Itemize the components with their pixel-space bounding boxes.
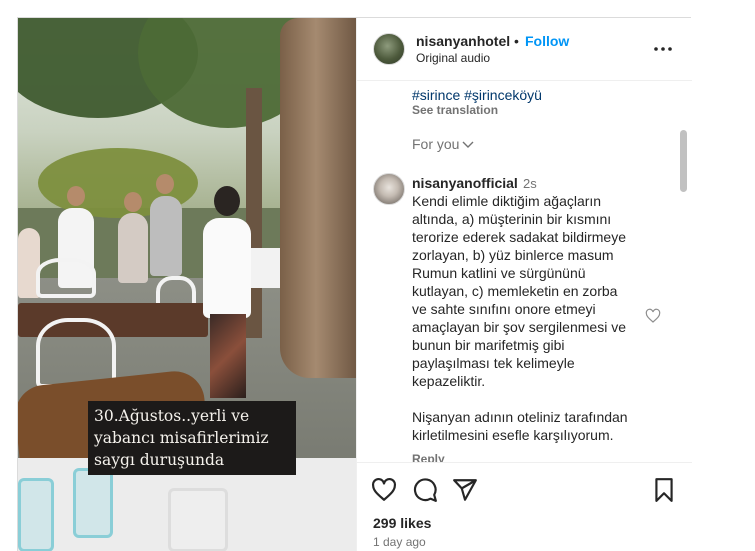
comment-line: Kendi elimle diktiğim ağaçların xyxy=(412,193,602,209)
comment-avatar[interactable] xyxy=(373,173,405,205)
see-translation-link[interactable]: See translation xyxy=(412,103,498,117)
comment-line: Rumun katlini ve sürgününü xyxy=(412,265,586,281)
post-actions-bar: 299 likes 1 day ago xyxy=(357,462,692,551)
instagram-post-dialog: 30.Ağustos..yerli ve yabancı misafirleri… xyxy=(17,17,692,551)
heart-outline-icon[interactable] xyxy=(645,308,661,324)
garden-chair xyxy=(36,258,96,298)
large-tree-trunk xyxy=(280,18,356,378)
video-caption-line: 30.Ağustos..yerli ve xyxy=(94,407,250,425)
comment-line: kepazeliktir. xyxy=(412,373,486,389)
comment-line: amaçlayan bir şov sergilenmesi ve xyxy=(412,319,626,335)
comments-scroll-area[interactable]: #sirince #şirinceköyü See translation Fo… xyxy=(357,82,692,462)
woman-head xyxy=(214,186,240,216)
bookmark-icon[interactable] xyxy=(651,477,677,503)
comment-line: kirletilmesini esefle karşılıyorum. xyxy=(412,427,614,443)
video-caption-line: yabancı misafirlerimiz xyxy=(94,429,269,447)
chevron-down-icon xyxy=(462,141,474,149)
follow-button[interactable]: Follow xyxy=(525,33,569,49)
comment-icon[interactable] xyxy=(412,477,438,503)
video-caption-line: saygı duruşunda xyxy=(94,451,225,469)
comment-spacer xyxy=(412,390,648,408)
separator-dot: • xyxy=(514,33,519,49)
post-video[interactable]: 30.Ağustos..yerli ve yabancı misafirleri… xyxy=(18,18,356,551)
reply-button[interactable]: Reply xyxy=(412,452,445,462)
guest-head xyxy=(124,192,142,212)
water-glass xyxy=(73,468,113,538)
glass-jug xyxy=(168,488,228,551)
standing-guest xyxy=(150,196,182,276)
comment-line: terorize ederek sadakat bildirmeye xyxy=(412,229,626,245)
share-icon[interactable] xyxy=(452,477,478,503)
comment-line: ve sahte sınıfını onore etmeyi xyxy=(412,301,596,317)
guest-head xyxy=(67,186,85,206)
likes-count[interactable]: 299 likes xyxy=(373,515,431,531)
video-caption-overlay: 30.Ağustos..yerli ve yabancı misafirleri… xyxy=(88,401,296,475)
comment-line: altında, a) müşterinin bir kısmını xyxy=(412,211,612,227)
more-horizontal-icon[interactable] xyxy=(653,40,673,58)
water-glass xyxy=(18,478,54,551)
comment-line: Nişanyan adının oteliniz tarafından xyxy=(412,409,628,425)
comment-timestamp: 2s xyxy=(523,176,537,191)
comment-line: bunun bir marifetmiş gibi xyxy=(412,337,565,353)
post-author-username[interactable]: nisanyanhotel xyxy=(416,33,510,49)
caption-hashtags[interactable]: #sirince #şirinceköyü xyxy=(412,87,542,103)
for-you-label: For you xyxy=(412,136,460,152)
comment-username[interactable]: nisanyanofficial xyxy=(412,175,518,191)
garden-chair xyxy=(36,318,116,388)
guest-head xyxy=(156,174,174,194)
woman-shirt xyxy=(203,218,251,318)
post-side-panel: nisanyanhotel • Follow Original audio #s… xyxy=(356,18,692,551)
comment-line: zorlayan, b) yüz binlerce masum xyxy=(412,247,614,263)
post-time[interactable]: 1 day ago xyxy=(373,535,426,549)
comment-line: paylaşılması tek kelimeyle xyxy=(412,355,575,371)
avatar[interactable] xyxy=(373,33,405,65)
audio-label[interactable]: Original audio xyxy=(416,51,490,65)
standing-guest xyxy=(118,213,148,283)
comment-line: kutlayan, c) memleketin en zorba xyxy=(412,283,618,299)
comment-text: Kendi elimle diktiğim ağaçların altında,… xyxy=(412,192,648,444)
heart-icon[interactable] xyxy=(371,477,397,503)
woman-skirt xyxy=(210,314,246,398)
scrollbar-thumb[interactable] xyxy=(680,130,687,192)
post-header: nisanyanhotel • Follow Original audio xyxy=(357,18,692,81)
for-you-dropdown[interactable]: For you xyxy=(412,136,474,152)
